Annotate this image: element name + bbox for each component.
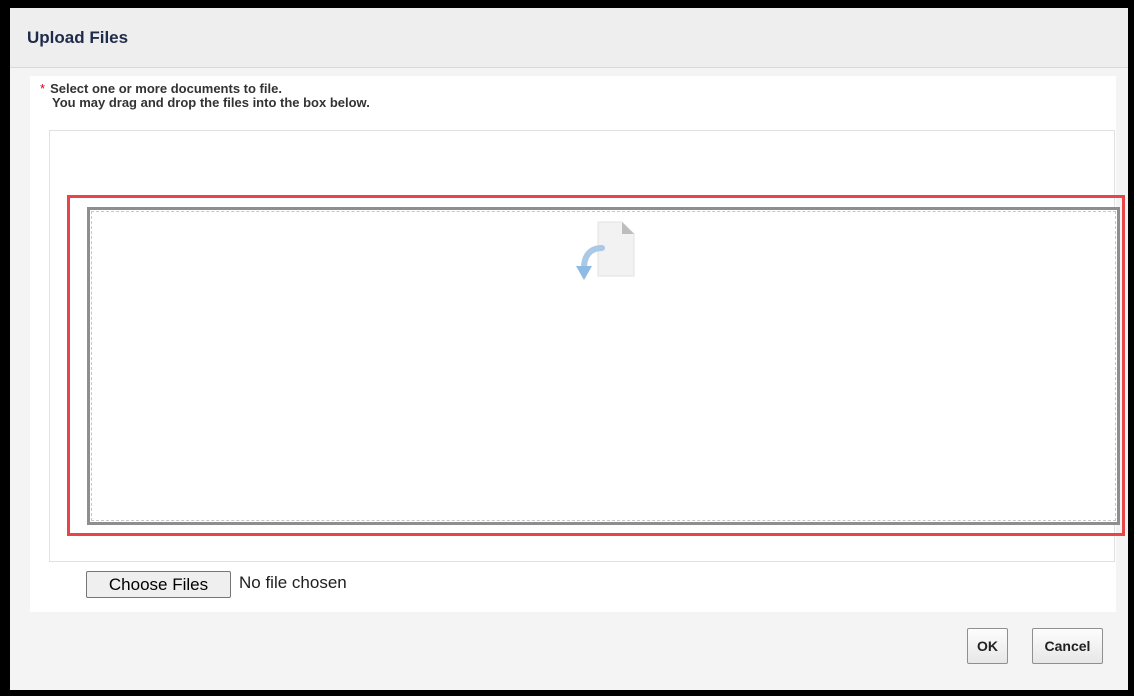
- dialog-title: Upload Files: [27, 28, 129, 47]
- required-marker: *: [40, 81, 46, 96]
- file-dropzone[interactable]: [87, 207, 1120, 525]
- ok-button[interactable]: OK: [967, 628, 1008, 664]
- cancel-button[interactable]: Cancel: [1032, 628, 1103, 664]
- arrow-head: [576, 266, 592, 280]
- instruction-line-2: You may drag and drop the files into the…: [52, 95, 370, 110]
- instruction-line-1: Select one or more documents to file.: [50, 81, 282, 96]
- file-status-text: No file chosen: [239, 573, 347, 592]
- file-drop-icon: [576, 221, 635, 280]
- upload-files-dialog: Upload Files * Select one or more documen…: [10, 8, 1128, 690]
- dialog-titlebar: Upload Files: [10, 8, 1128, 68]
- dialog-content: * Select one or more documents to file. Y…: [30, 76, 1125, 612]
- upload-panel: Choose Files No file chosen: [49, 130, 1125, 598]
- upload-instructions: * Select one or more documents to file. Y…: [40, 82, 370, 110]
- choose-files-button[interactable]: Choose Files: [86, 571, 231, 598]
